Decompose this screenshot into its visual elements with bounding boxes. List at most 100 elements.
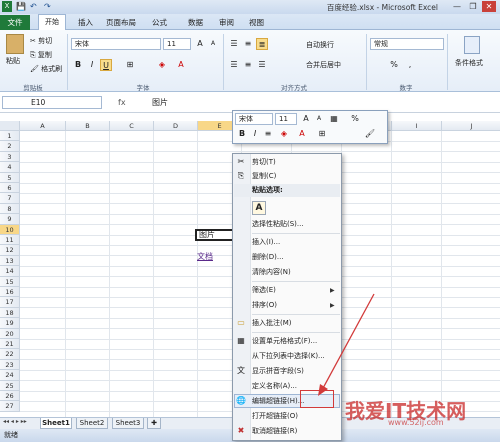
row-header-27[interactable]: 27 xyxy=(0,401,20,412)
sheet-nav-icon[interactable]: ◂◂ ◂ ▸ ▸▸ xyxy=(3,418,27,425)
tab-insert[interactable]: 插入 xyxy=(78,16,93,29)
percent-button[interactable]: % xyxy=(388,59,400,71)
mini-shrink-font-icon[interactable]: A xyxy=(313,113,325,125)
row-header-22[interactable]: 22 xyxy=(0,349,20,360)
mini-font-name[interactable]: 宋体 xyxy=(235,113,273,125)
conditional-format-icon[interactable] xyxy=(464,36,480,54)
italic-button[interactable]: I xyxy=(86,59,98,71)
border-icon[interactable]: ⊞ xyxy=(124,59,136,71)
new-sheet-icon[interactable]: ✚ xyxy=(147,418,161,429)
menu-copy[interactable]: 复制(C) xyxy=(252,170,340,183)
align-left-icon[interactable]: ☰ xyxy=(228,59,240,71)
minimize-button[interactable]: — xyxy=(450,1,464,12)
row-header-23[interactable]: 23 xyxy=(0,359,20,371)
format-painter-button[interactable]: 🖌 格式刷 xyxy=(30,64,62,75)
row-header-7[interactable]: 7 xyxy=(0,193,20,204)
mini-percent-button[interactable]: % xyxy=(349,113,361,125)
row-header-3[interactable]: 3 xyxy=(0,151,20,163)
tab-file[interactable]: 文件 xyxy=(0,15,30,30)
menu-clear-contents[interactable]: 清除内容(N) xyxy=(252,266,340,279)
tab-formulas[interactable]: 公式 xyxy=(152,16,167,29)
row-header-18[interactable]: 18 xyxy=(0,307,20,319)
column-header-i[interactable]: I xyxy=(392,121,442,131)
align-center-icon[interactable]: ≡ xyxy=(242,59,254,71)
fx-icon[interactable]: fx xyxy=(118,96,148,109)
row-header-14[interactable]: 14 xyxy=(0,266,20,277)
row-header-21[interactable]: 21 xyxy=(0,339,20,350)
mini-grow-font-icon[interactable]: A xyxy=(300,113,312,125)
row-header-1[interactable]: 1 xyxy=(0,131,20,142)
conditional-format-button[interactable]: 条件格式 xyxy=(455,58,483,69)
name-box[interactable]: E10 xyxy=(2,96,102,109)
mini-format-painter-icon[interactable]: 🖌 xyxy=(364,128,376,140)
menu-remove-hyperlink[interactable]: 取消超链接(R) xyxy=(252,425,340,438)
row-header-15[interactable]: 15 xyxy=(0,276,20,287)
menu-paste-special[interactable]: 选择性粘贴(S)... xyxy=(252,218,340,231)
mini-italic-button[interactable]: I xyxy=(249,128,261,140)
row-header-12[interactable]: 12 xyxy=(0,245,20,256)
bold-button[interactable]: B xyxy=(72,59,84,71)
row-header-24[interactable]: 24 xyxy=(0,370,20,381)
row-header-6[interactable]: 6 xyxy=(0,183,20,194)
row-header-13[interactable]: 13 xyxy=(0,255,20,267)
row-header-26[interactable]: 26 xyxy=(0,391,20,402)
formula-input[interactable]: 图片 xyxy=(152,96,168,109)
number-format-select[interactable]: 常规 xyxy=(370,38,444,50)
fill-color-icon[interactable]: ◈ xyxy=(156,59,168,71)
row-header-8[interactable]: 8 xyxy=(0,203,20,215)
mini-fill-color-icon[interactable]: ◈ xyxy=(278,128,290,140)
align-bottom-icon[interactable]: ≣ xyxy=(256,38,268,50)
tab-review[interactable]: 审阅 xyxy=(219,16,234,29)
menu-cut[interactable]: 剪切(T) xyxy=(252,156,340,169)
paste-icon[interactable] xyxy=(6,34,24,54)
row-header-2[interactable]: 2 xyxy=(0,141,20,152)
row-header-9[interactable]: 9 xyxy=(0,214,20,225)
mini-font-size[interactable]: 11 xyxy=(275,113,297,125)
align-right-icon[interactable]: ☰ xyxy=(256,59,268,71)
row-header-20[interactable]: 20 xyxy=(0,328,20,339)
hyperlink-cell-e12[interactable]: 文档 xyxy=(197,251,213,262)
comma-button[interactable]: , xyxy=(404,59,416,71)
align-top-icon[interactable]: ☰ xyxy=(228,38,240,50)
row-header-16[interactable]: 16 xyxy=(0,287,20,298)
row-header-11[interactable]: 11 xyxy=(0,235,20,246)
font-name-select[interactable]: 宋体 xyxy=(71,38,161,50)
column-header-j[interactable]: J xyxy=(442,121,500,131)
tab-data[interactable]: 数据 xyxy=(188,16,203,29)
cut-button[interactable]: ✂ 剪切 xyxy=(30,36,52,47)
sheet-tab-3[interactable]: Sheet3 xyxy=(112,418,144,429)
row-header-4[interactable]: 4 xyxy=(0,162,20,173)
menu-insert[interactable]: 插入(I)... xyxy=(252,236,340,249)
font-size-select[interactable]: 11 xyxy=(163,38,191,50)
tab-view[interactable]: 视图 xyxy=(249,16,264,29)
font-color-icon[interactable]: A xyxy=(175,59,187,71)
sheet-tab-2[interactable]: Sheet2 xyxy=(76,418,108,429)
column-header-a[interactable]: A xyxy=(20,121,66,131)
tab-page-layout[interactable]: 页面布局 xyxy=(106,16,136,29)
row-header-10[interactable]: 10 xyxy=(0,224,20,235)
tab-home[interactable]: 开始 xyxy=(38,14,66,31)
sheet-tab-1[interactable]: Sheet1 xyxy=(40,418,72,429)
select-all-corner[interactable] xyxy=(0,121,20,131)
column-header-b[interactable]: B xyxy=(66,121,110,131)
grow-font-button[interactable]: A xyxy=(194,38,206,50)
mini-font-color-icon[interactable]: A xyxy=(296,128,308,140)
row-header-17[interactable]: 17 xyxy=(0,297,20,308)
mini-center-button[interactable]: ≡ xyxy=(262,128,274,140)
column-header-d[interactable]: D xyxy=(154,121,198,131)
merge-center-button[interactable]: 合并后居中 xyxy=(306,60,341,71)
paste-option-icon[interactable]: A xyxy=(252,201,266,215)
menu-open-hyperlink[interactable]: 打开超链接(O) xyxy=(252,410,340,423)
copy-button[interactable]: ⎘ 复制 xyxy=(30,50,52,61)
row-header-19[interactable]: 19 xyxy=(0,318,20,329)
align-middle-icon[interactable]: ≡ xyxy=(242,38,254,50)
mini-format-icon[interactable]: ▦ xyxy=(328,113,340,125)
column-header-c[interactable]: C xyxy=(110,121,154,131)
close-button[interactable]: ✕ xyxy=(482,1,496,12)
row-header-5[interactable]: 5 xyxy=(0,172,20,183)
paste-button[interactable]: 粘贴 xyxy=(6,56,20,67)
mini-border-icon[interactable]: ⊞ xyxy=(316,128,328,140)
restore-button[interactable]: ❐ xyxy=(466,1,480,12)
shrink-font-button[interactable]: A xyxy=(207,38,219,50)
wrap-text-button[interactable]: 自动换行 xyxy=(306,40,334,51)
